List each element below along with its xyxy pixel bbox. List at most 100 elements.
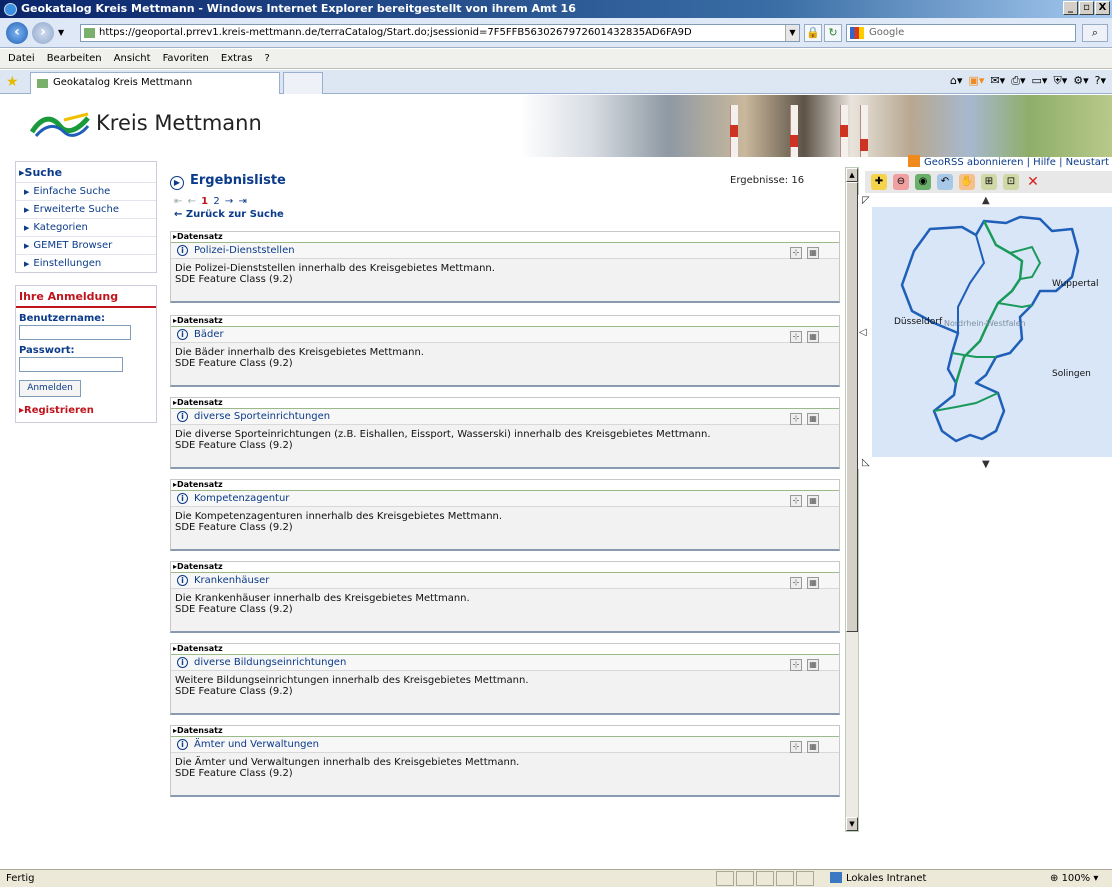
show-in-map-icon[interactable]: ▦: [807, 247, 819, 259]
zoom-in-icon[interactable]: ✚: [871, 174, 887, 190]
password-field[interactable]: [19, 357, 123, 372]
zoom-to-map-icon[interactable]: ⊹: [790, 247, 802, 259]
feeds-icon[interactable]: ▣▾: [969, 74, 985, 88]
home-icon[interactable]: ⌂▾: [950, 74, 963, 88]
pager-last-icon[interactable]: ⇥: [238, 196, 247, 207]
tools-gear-icon[interactable]: ⚙▾: [1073, 74, 1088, 88]
url-dropdown-icon[interactable]: ▼: [785, 25, 799, 41]
zoom-to-map-icon[interactable]: ⊹: [790, 741, 802, 753]
show-in-map-icon[interactable]: ▦: [807, 331, 819, 343]
show-in-map-icon[interactable]: ▦: [807, 577, 819, 589]
search-nav-heading[interactable]: ▸Suche: [16, 162, 156, 182]
security-zone[interactable]: Lokales Intranet: [830, 870, 926, 887]
record-description: Die Ämter und Verwaltungen innerhalb des…: [175, 757, 520, 779]
sidebar-item-einfache-suche[interactable]: ▶ Einfache Suche: [16, 182, 156, 200]
record-tools: ⊹ ▦: [790, 247, 819, 259]
pan-south-icon[interactable]: ▼: [982, 459, 990, 470]
zoom-to-map-icon[interactable]: ⊹: [790, 577, 802, 589]
search-go-icon[interactable]: ⌕: [1082, 24, 1108, 42]
tab-geokatalog[interactable]: Geokatalog Kreis Mettmann: [30, 72, 280, 94]
sidebar-item-kategorien[interactable]: ▶ Kategorien: [16, 218, 156, 236]
scroll-thumb[interactable]: [846, 182, 858, 632]
scroll-down-icon[interactable]: ▼: [846, 817, 858, 831]
pan-southwest-icon[interactable]: ◺: [862, 457, 870, 468]
record-title-link[interactable]: i Polizei-Dienststellen: [171, 243, 839, 259]
show-in-map-icon[interactable]: ▦: [807, 741, 819, 753]
new-tab-button[interactable]: [283, 72, 323, 94]
menu-datei[interactable]: Datei: [8, 53, 35, 64]
tab-bar: ★ Geokatalog Kreis Mettmann ⌂▾ ▣▾ ✉▾ ⎙▾ …: [0, 70, 1112, 94]
previous-extent-icon[interactable]: ↶: [937, 174, 953, 190]
login-button[interactable]: Anmelden: [19, 380, 81, 397]
record-description: Die Krankenhäuser innerhalb des Kreisgeb…: [175, 593, 470, 615]
pager-next-icon[interactable]: →: [225, 196, 234, 207]
login-box: Ihre Anmeldung Benutzername: Passwort: A…: [15, 285, 157, 423]
maximize-button[interactable]: ▫: [1079, 1, 1094, 15]
record-title-link[interactable]: i Krankenhäuser: [171, 573, 839, 589]
help-link[interactable]: Hilfe: [1033, 157, 1056, 168]
show-in-map-icon[interactable]: ▦: [807, 495, 819, 507]
zoom-out-icon[interactable]: ⊖: [893, 174, 909, 190]
district-boundaries: [900, 215, 1080, 443]
username-field[interactable]: [19, 325, 131, 340]
zoom-to-map-icon[interactable]: ⊹: [790, 495, 802, 507]
scroll-up-icon[interactable]: ▲: [846, 168, 858, 182]
kreis-mettmann-logo-icon: [30, 112, 90, 137]
forward-button[interactable]: ›: [32, 22, 54, 44]
record-title-link[interactable]: i Ämter und Verwaltungen: [171, 737, 839, 753]
pan-west-icon[interactable]: ◁: [859, 327, 867, 338]
favorites-star-icon[interactable]: ★: [6, 74, 19, 90]
select-icon[interactable]: ⊞: [981, 174, 997, 190]
results-scrollbar[interactable]: ▲ ▼: [845, 167, 859, 832]
print-icon[interactable]: ⎙▾: [1011, 74, 1025, 88]
pan-northwest-icon[interactable]: ◸: [862, 195, 870, 206]
register-link[interactable]: ▸Registrieren: [16, 397, 156, 416]
menu-bearbeiten[interactable]: Bearbeiten: [47, 53, 102, 64]
sidebar-item-gemet-browser[interactable]: ▶ GEMET Browser: [16, 236, 156, 254]
login-heading: Ihre Anmeldung: [16, 286, 156, 308]
minimize-button[interactable]: _: [1063, 1, 1078, 15]
full-extent-icon[interactable]: ⊡: [1003, 174, 1019, 190]
menu-favoriten[interactable]: Favoriten: [163, 53, 209, 64]
georss-link[interactable]: GeoRSS abonnieren: [924, 157, 1023, 168]
google-search-input[interactable]: Google: [846, 24, 1076, 42]
record-header: ▸Datensatz: [171, 232, 839, 243]
sidebar-item-einstellungen[interactable]: ▶ Einstellungen: [16, 254, 156, 272]
pan-hand-icon[interactable]: ✋: [959, 174, 975, 190]
globe-icon[interactable]: ◉: [915, 174, 931, 190]
sidebar-item-erweiterte-suche[interactable]: ▶ Erweiterte Suche: [16, 200, 156, 218]
record-title-link[interactable]: i diverse Sporteinrichtungen: [171, 409, 839, 425]
pan-north-icon[interactable]: ▲: [982, 195, 990, 206]
record-card: ▸Datensatz i Bäder Die Bäder innerhalb des …: [170, 315, 840, 387]
help-icon[interactable]: ?▾: [1095, 74, 1106, 88]
url-field[interactable]: https://geoportal.prrev1.kreis-mettmann.…: [80, 24, 800, 42]
record-title-link[interactable]: i Kompetenzagentur: [171, 491, 839, 507]
back-to-search-link[interactable]: ← Zurück zur Suche: [174, 209, 284, 220]
page-menu-icon[interactable]: ▭▾: [1032, 74, 1048, 88]
refresh-icon[interactable]: ↻: [824, 24, 842, 42]
lock-icon[interactable]: 🔒: [804, 24, 822, 42]
safety-icon[interactable]: ⛨▾: [1053, 74, 1067, 88]
mail-icon[interactable]: ✉▾: [990, 74, 1005, 88]
show-in-map-icon[interactable]: ▦: [807, 659, 819, 671]
arrow-right-icon: ▶: [24, 260, 30, 268]
restart-link[interactable]: Neustart: [1066, 157, 1109, 168]
history-dropdown-icon[interactable]: ▼: [58, 28, 64, 37]
zoom-to-map-icon[interactable]: ⊹: [790, 659, 802, 671]
record-header: ▸Datensatz: [171, 644, 839, 655]
record-title-link[interactable]: i diverse Bildungseinrichtungen: [171, 655, 839, 671]
intranet-icon: [830, 872, 842, 883]
zoom-level[interactable]: ⊕ 100% ▾: [1050, 870, 1098, 887]
close-window-button[interactable]: X: [1095, 1, 1110, 15]
menu-extras[interactable]: Extras: [221, 53, 253, 64]
map-view[interactable]: Düsseldorf Nordrhein-Westfalen Wuppertal…: [872, 207, 1112, 457]
clear-icon[interactable]: ✕: [1025, 174, 1041, 190]
pager-page-2[interactable]: 2: [213, 196, 220, 207]
zoom-to-map-icon[interactable]: ⊹: [790, 413, 802, 425]
menu-help[interactable]: ?: [265, 53, 270, 64]
show-in-map-icon[interactable]: ▦: [807, 413, 819, 425]
back-button[interactable]: ‹: [6, 22, 28, 44]
record-title-link[interactable]: i Bäder: [171, 327, 839, 343]
zoom-to-map-icon[interactable]: ⊹: [790, 331, 802, 343]
menu-ansicht[interactable]: Ansicht: [114, 53, 151, 64]
